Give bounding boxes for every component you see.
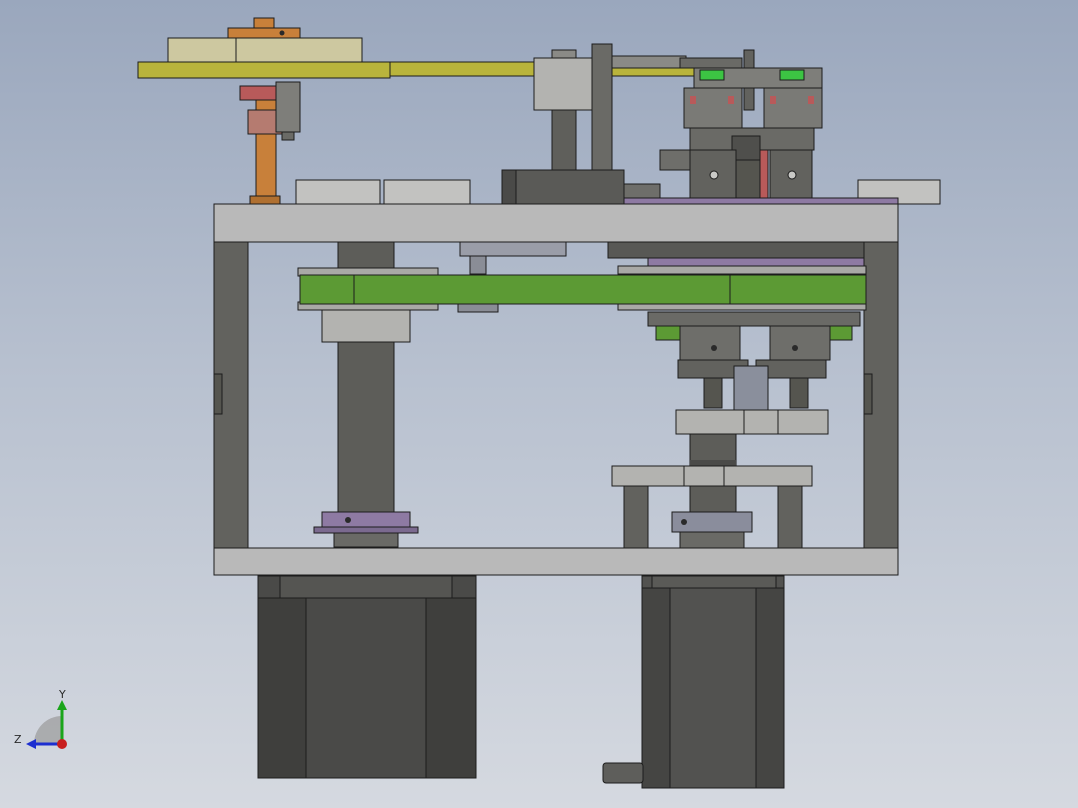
coordinate-triad-icon: Y Z <box>14 688 67 749</box>
frame-left-post[interactable] <box>213 241 249 549</box>
frame-right-post[interactable] <box>863 241 899 549</box>
triad-y-label: Y <box>58 688 66 701</box>
cad-viewport[interactable]: Y Z <box>0 0 1078 808</box>
cream-wheel[interactable] <box>167 17 363 63</box>
drive-belt[interactable] <box>297 265 867 311</box>
right-lower-assembly[interactable] <box>611 311 861 549</box>
triad-z-label: Z <box>14 733 22 746</box>
copper-shaft[interactable] <box>239 81 301 205</box>
bottom-plate[interactable] <box>213 547 899 576</box>
right-motor[interactable] <box>602 575 785 789</box>
left-motor[interactable] <box>257 575 477 779</box>
